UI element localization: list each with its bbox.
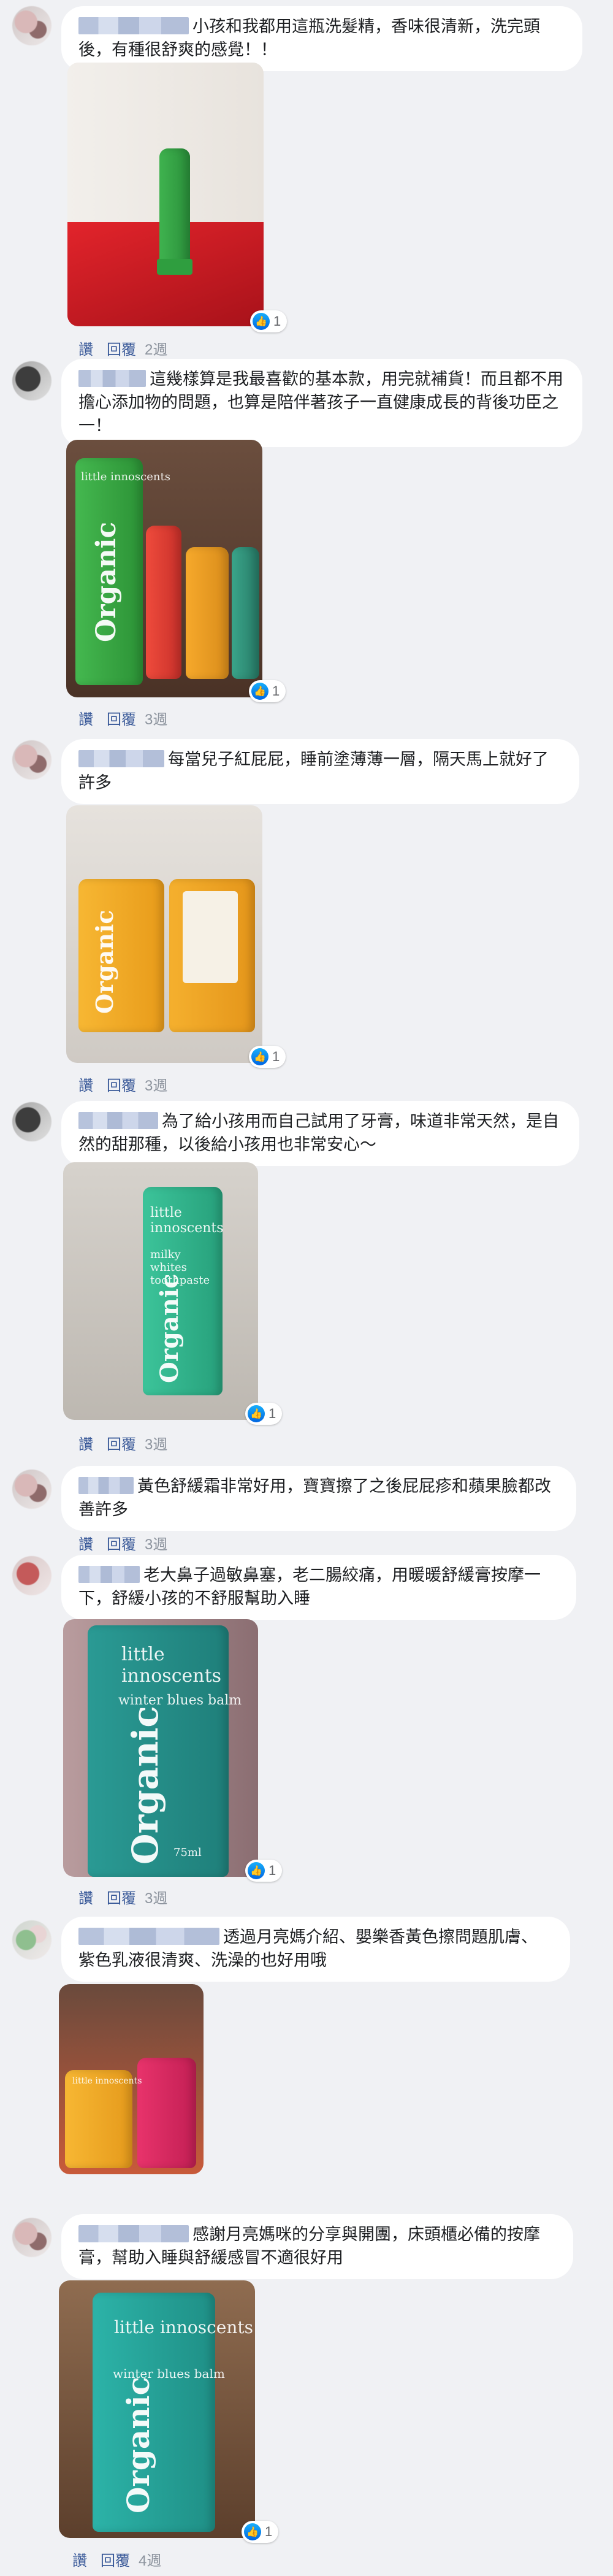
comment-timestamp[interactable]: 3週	[145, 707, 167, 729]
commenter-name-redacted[interactable]	[78, 1928, 219, 1945]
reply-button[interactable]: 回覆	[107, 1432, 136, 1454]
comment-actions: 讚 回覆 2週	[78, 337, 167, 359]
comment-bubble: 每當兒子紅屁屁，睡前塗薄薄一層，隔天馬上就好了許多	[61, 739, 579, 804]
avatar[interactable]	[12, 1920, 51, 1960]
red-tube	[146, 526, 181, 679]
like-count-badge[interactable]: 👍 1	[245, 1860, 283, 1882]
like-button[interactable]: 讚	[72, 2548, 87, 2570]
comment-photo[interactable]: little innoscents milky whites toothpast…	[63, 1162, 258, 1420]
like-count-badge[interactable]: 👍 1	[245, 1403, 283, 1425]
comment-bubble: 透過月亮媽介紹、嬰樂香黃色擦問題肌膚、紫色乳液很清爽、洗澡的也好用哦	[61, 1917, 570, 1982]
reply-button[interactable]: 回覆	[107, 1073, 136, 1095]
hair-body-wash-tube	[159, 148, 190, 265]
comment-actions: 讚 回覆 4週	[72, 2548, 161, 2570]
comment-timestamp[interactable]: 4週	[139, 2548, 161, 2570]
comment-actions: 讚 回覆 3週	[78, 1532, 167, 1554]
comment-actions: 讚 回覆 3週	[78, 1886, 167, 1907]
commenter-name-redacted[interactable]	[78, 17, 189, 34]
comment-timestamp[interactable]: 3週	[145, 1432, 167, 1454]
comment-text: 黃色舒緩霜非常好用，寶寶擦了之後屁屁疹和蘋果臉都改善許多	[78, 1477, 551, 1519]
like-count-badge[interactable]: 👍 1	[250, 310, 287, 332]
like-button[interactable]: 讚	[78, 707, 93, 729]
avatar[interactable]	[12, 6, 51, 45]
avatar[interactable]	[12, 1470, 51, 1509]
commenter-name-redacted[interactable]	[78, 2225, 189, 2242]
avatar[interactable]	[12, 361, 51, 401]
like-button[interactable]: 讚	[78, 1886, 93, 1907]
commenter-name-redacted[interactable]	[78, 1566, 140, 1583]
thumbs-up-icon: 👍	[244, 2523, 261, 2540]
thumbs-up-icon: 👍	[251, 1048, 268, 1065]
like-button[interactable]: 讚	[78, 1532, 93, 1554]
avatar[interactable]	[12, 1556, 51, 1595]
like-button[interactable]: 讚	[78, 1073, 93, 1095]
commenter-name-redacted[interactable]	[78, 370, 146, 387]
comment-actions: 讚 回覆 3週	[78, 707, 167, 729]
avatar[interactable]	[12, 1102, 51, 1141]
reply-button[interactable]: 回覆	[107, 1886, 136, 1907]
comment-photo[interactable]: little innoscents	[59, 1984, 204, 2174]
comment-photo[interactable]: little innoscents winter blues balm Orga…	[63, 1619, 258, 1877]
reply-button[interactable]: 回覆	[107, 707, 136, 729]
comment-timestamp[interactable]: 3週	[145, 1886, 167, 1907]
comment-bubble: 老大鼻子過敏鼻塞，老二腸絞痛，用暖暖舒緩膏按摩一下，舒緩小孩的不舒服幫助入睡	[61, 1555, 576, 1620]
like-button[interactable]: 讚	[78, 1432, 93, 1454]
comment-text: 老大鼻子過敏鼻塞，老二腸絞痛，用暖暖舒緩膏按摩一下，舒緩小孩的不舒服幫助入睡	[78, 1566, 541, 1608]
comment-timestamp[interactable]: 2週	[145, 337, 167, 359]
comment-photo[interactable]	[67, 63, 264, 326]
comment-actions: 讚 回覆 3週	[78, 1073, 167, 1095]
teal-tube	[232, 547, 259, 679]
reply-button[interactable]: 回覆	[107, 1532, 136, 1554]
thumbs-up-icon: 👍	[253, 313, 270, 330]
comment-bubble: 小孩和我都用這瓶洗髮精，香味很清新，洗完頭後，有種很舒爽的感覺！！	[61, 6, 582, 71]
comment-text: 這幾樣算是我最喜歡的基本款，用完就補貨！而且都不用擔心添加物的問題，也算是陪伴著…	[78, 370, 563, 435]
commenter-name-redacted[interactable]	[78, 1112, 158, 1129]
thumbs-up-icon: 👍	[251, 683, 268, 700]
pink-tube	[137, 2058, 196, 2168]
comment-timestamp[interactable]: 3週	[145, 1532, 167, 1554]
like-count-badge[interactable]: 👍 1	[242, 2521, 279, 2543]
like-button[interactable]: 讚	[78, 337, 93, 359]
comment-actions: 讚 回覆 3週	[78, 1432, 167, 1454]
thumbs-up-icon: 👍	[248, 1405, 265, 1422]
commenter-name-redacted[interactable]	[78, 750, 164, 767]
avatar[interactable]	[12, 740, 51, 780]
like-count-badge[interactable]: 👍 1	[249, 680, 286, 702]
comment-feed: 小孩和我都用這瓶洗髮精，香味很清新，洗完頭後，有種很舒爽的感覺！！ 👍 1 讚 回…	[0, 0, 613, 2576]
comment-bubble: 黃色舒緩霜非常好用，寶寶擦了之後屁屁疹和蘋果臉都改善許多	[61, 1466, 576, 1531]
avatar[interactable]	[12, 2218, 51, 2257]
like-count-badge[interactable]: 👍 1	[249, 1046, 286, 1068]
reply-button[interactable]: 回覆	[101, 2548, 130, 2570]
commenter-name-redacted[interactable]	[78, 1477, 134, 1494]
comment-photo[interactable]: little innoscents Organic	[66, 440, 262, 697]
comment-timestamp[interactable]: 3週	[145, 1073, 167, 1095]
comment-photo[interactable]: Organic	[66, 805, 262, 1063]
comment-bubble: 感謝月亮媽咪的分享與開團，床頭櫃必備的按摩膏，幫助入睡與舒緩感冒不適很好用	[61, 2214, 573, 2279]
comment-photo[interactable]: little innoscents winter blues balm Orga…	[59, 2280, 255, 2538]
thumbs-up-icon: 👍	[248, 1862, 265, 1879]
orange-tube	[186, 547, 229, 679]
comment-bubble: 這幾樣算是我最喜歡的基本款，用完就補貨！而且都不用擔心添加物的問題，也算是陪伴著…	[61, 359, 582, 447]
reply-button[interactable]: 回覆	[107, 337, 136, 359]
comment-bubble: 為了給小孩用而自己試用了牙膏，味道非常天然，是自然的甜那種，以後給小孩用也非常安…	[61, 1101, 579, 1166]
